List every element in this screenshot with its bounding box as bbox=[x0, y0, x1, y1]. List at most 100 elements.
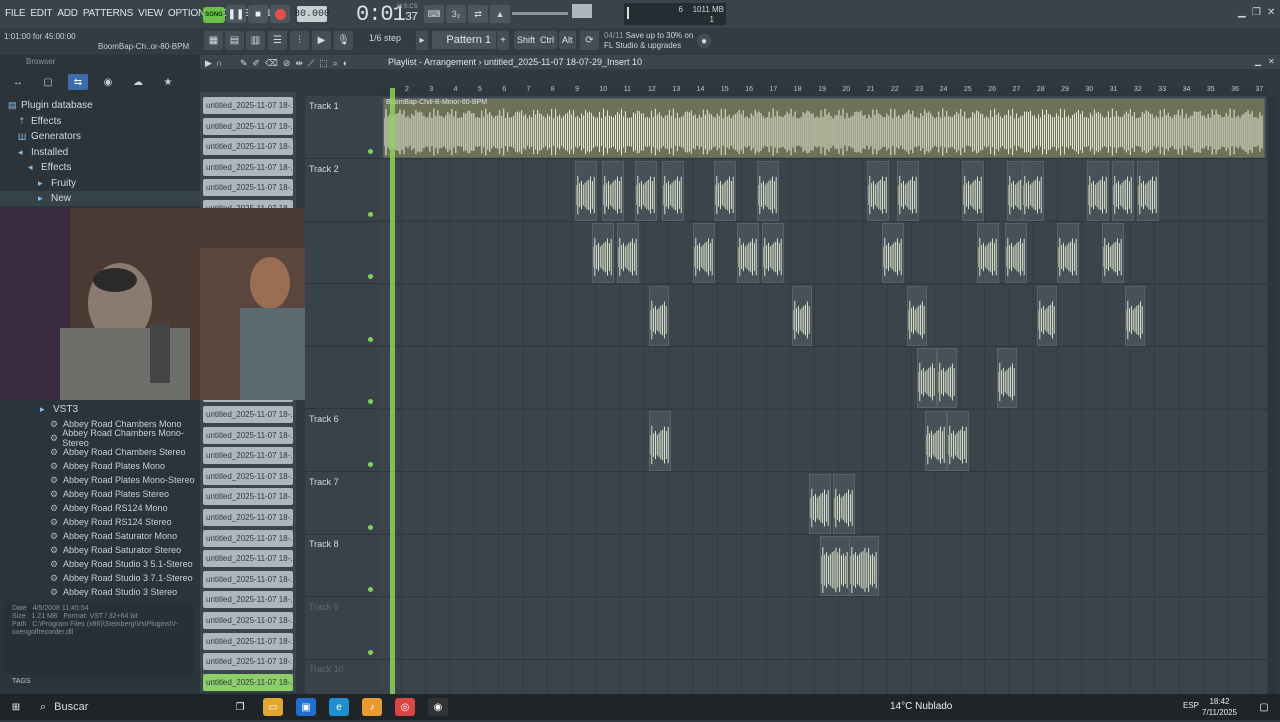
pattern-prev-icon[interactable]: ▸ bbox=[416, 31, 428, 50]
promo-news[interactable]: 04/11 Save up to 30% on FL Studio & upgra… bbox=[604, 31, 693, 51]
channel-button[interactable]: untitled_2025-11-07 18-... bbox=[203, 138, 293, 156]
cloud-icon[interactable]: ☁ bbox=[128, 74, 148, 90]
audio-clip[interactable] bbox=[849, 536, 879, 597]
track-header[interactable]: Track 9 bbox=[305, 597, 377, 660]
timeline-ruler[interactable]: 2 3 4 5 6 7 8 9 10 11 12 13 14 15 16 17 18 19 20 21 22 23 24 25… bbox=[377, 86, 1267, 96]
track-header[interactable] bbox=[305, 221, 377, 285]
track-led-icon[interactable] bbox=[368, 274, 373, 280]
track-header[interactable]: Track 8 bbox=[305, 534, 377, 598]
song-mode-button[interactable]: SONG bbox=[203, 7, 225, 23]
vst-plugin-item[interactable]: ⚙ Abbey Road Plates Stereo bbox=[0, 487, 200, 501]
language-indicator[interactable]: ESP bbox=[1183, 701, 1199, 710]
select-tool-icon[interactable]: ⬚ bbox=[319, 58, 328, 69]
vst-plugin-item[interactable]: ⚙ Abbey Road Saturator Stereo bbox=[0, 543, 200, 557]
task-view-icon[interactable]: ❐ bbox=[230, 698, 250, 716]
audio-clip[interactable] bbox=[1057, 223, 1079, 284]
vertical-scrollbar[interactable] bbox=[1268, 96, 1276, 694]
track-led-icon[interactable] bbox=[368, 399, 373, 405]
browser-tree-new[interactable]: ▸ New bbox=[0, 191, 200, 206]
collapse-icon[interactable]: ↔ bbox=[8, 74, 28, 90]
vst-plugin-item[interactable]: ⚙ Abbey Road Saturator Mono bbox=[0, 529, 200, 543]
typing-keyboard-icon[interactable]: ⌨ bbox=[424, 5, 444, 23]
audio-clip[interactable] bbox=[977, 223, 999, 284]
playlist-grid[interactable]: BoomBap-Chill-B-Minor-80-BPM bbox=[377, 96, 1267, 694]
online-icon[interactable]: ● bbox=[697, 34, 711, 48]
delete-tool-icon[interactable]: ⌫ bbox=[265, 58, 278, 69]
audio-clip[interactable] bbox=[792, 285, 812, 346]
record-button[interactable] bbox=[270, 5, 290, 23]
audio-clip[interactable] bbox=[1125, 285, 1145, 346]
channel-button[interactable]: untitled_2025-11-07 18-... bbox=[203, 673, 293, 691]
browser-tree-plugin-database[interactable]: ▤ Plugin database bbox=[0, 98, 200, 113]
shift-modifier[interactable]: Shift bbox=[514, 31, 539, 49]
vst-plugin-item[interactable]: ⚙ Abbey Road Studio 3 Stereo bbox=[0, 585, 200, 599]
audio-clip[interactable] bbox=[1037, 285, 1057, 346]
track-led-icon[interactable] bbox=[368, 524, 373, 530]
channel-button[interactable]: untitled_2025-11-07 18-... bbox=[203, 117, 293, 135]
snap-step-select[interactable]: 1/6 step bbox=[369, 33, 401, 43]
track-header[interactable] bbox=[305, 284, 377, 347]
browser-tree-generators[interactable]: Ш Generators bbox=[0, 129, 200, 144]
channel-button[interactable]: untitled_2025-11-07 18-... bbox=[203, 447, 293, 465]
audio-clip[interactable] bbox=[1087, 160, 1109, 221]
audio-clip[interactable] bbox=[1102, 223, 1124, 284]
audio-clip[interactable] bbox=[820, 536, 850, 597]
mixer-faders-icon[interactable]: ⫶ bbox=[290, 31, 309, 50]
tempo-display[interactable]: 80.000 bbox=[294, 6, 330, 22]
close-icon[interactable]: ✕ bbox=[1267, 7, 1275, 18]
files-icon[interactable]: ▢ bbox=[38, 74, 58, 90]
audio-clip[interactable] bbox=[649, 411, 671, 471]
channel-button[interactable]: untitled_2025-11-07 18-... bbox=[203, 488, 293, 506]
master-volume-slider[interactable] bbox=[512, 12, 568, 15]
vst-plugin-item[interactable]: ⚙ Abbey Road RS124 Stereo bbox=[0, 515, 200, 529]
wait-icon[interactable]: ⇄ bbox=[468, 5, 488, 23]
channel-button[interactable]: untitled_2025-11-07 18-... bbox=[203, 467, 293, 485]
mixer-icon[interactable]: ☰ bbox=[268, 31, 287, 50]
edge-icon[interactable]: e bbox=[329, 698, 349, 716]
audio-clip[interactable] bbox=[925, 411, 947, 471]
playback-tool-icon[interactable]: ◐ bbox=[343, 58, 348, 69]
microphone-icon[interactable]: 🎙 bbox=[334, 31, 353, 50]
restore-icon[interactable]: ❐ bbox=[1252, 7, 1261, 18]
chrome-icon[interactable]: ◎ bbox=[395, 698, 415, 716]
menu-item-add[interactable]: ADD bbox=[57, 8, 78, 19]
vst-plugin-item[interactable]: ⚙ Abbey Road Plates Mono bbox=[0, 459, 200, 473]
track-led-icon[interactable] bbox=[368, 149, 373, 154]
channel-button[interactable]: untitled_2025-11-07 18-... bbox=[203, 179, 293, 197]
piano-roll-icon[interactable]: ▤ bbox=[225, 31, 244, 50]
notifications-icon[interactable]: ▢ bbox=[1254, 698, 1274, 716]
vst-plugin-item[interactable]: ⚙ Abbey Road Studio 3 7.1-Stereo bbox=[0, 571, 200, 585]
metronome-icon[interactable]: ▲ bbox=[490, 5, 510, 23]
audio-clip[interactable] bbox=[1112, 160, 1134, 221]
audio-clip[interactable] bbox=[882, 223, 904, 284]
step-edit-icon[interactable]: 3₂ bbox=[446, 5, 466, 23]
track-header[interactable]: Track 6 bbox=[305, 409, 377, 472]
browser-tree-vst3[interactable]: ▸ VST3 bbox=[0, 402, 200, 417]
audio-clip[interactable]: BoomBap-Chill-B-Minor-80-BPM bbox=[383, 98, 1265, 158]
audio-clip[interactable] bbox=[575, 160, 597, 221]
obs-icon[interactable]: ◉ bbox=[428, 698, 448, 716]
audio-clip[interactable] bbox=[1022, 160, 1044, 221]
vst-plugin-item[interactable]: ⚙ Abbey Road Studio 3 5.1-Stereo bbox=[0, 557, 200, 571]
news-icon[interactable]: ⟳ bbox=[580, 31, 599, 50]
audio-clip[interactable] bbox=[762, 223, 784, 284]
audio-clip[interactable] bbox=[1005, 223, 1027, 284]
stop-button[interactable]: ■ bbox=[248, 5, 268, 23]
channel-button[interactable]: untitled_2025-11-07 18-... bbox=[203, 591, 293, 609]
favorites-icon[interactable]: ★ bbox=[158, 74, 178, 90]
store-icon[interactable]: ▣ bbox=[296, 698, 316, 716]
minimize-icon[interactable]: ▁ bbox=[1238, 7, 1246, 18]
channel-button[interactable]: untitled_2025-11-07 18-... bbox=[203, 529, 293, 547]
track-led-icon[interactable] bbox=[368, 587, 373, 593]
browser-tree-installed[interactable]: ◂ Installed bbox=[0, 145, 200, 160]
track-header[interactable]: Track 7 bbox=[305, 472, 377, 535]
slip-tool-icon[interactable]: ⇹ bbox=[295, 58, 303, 69]
alt-modifier[interactable]: Alt bbox=[559, 31, 576, 49]
menu-item-view[interactable]: VIEW bbox=[138, 8, 163, 19]
browser-tree-effects[interactable]: ◂ Effects bbox=[0, 160, 200, 175]
channel-button[interactable]: untitled_2025-11-07 18-... bbox=[203, 426, 293, 444]
audio-clip[interactable] bbox=[602, 160, 624, 221]
channel-button[interactable]: untitled_2025-11-07 18-... bbox=[203, 653, 293, 671]
slice-tool-icon[interactable]: ⟋ bbox=[308, 58, 314, 69]
audio-clip[interactable] bbox=[635, 160, 657, 221]
